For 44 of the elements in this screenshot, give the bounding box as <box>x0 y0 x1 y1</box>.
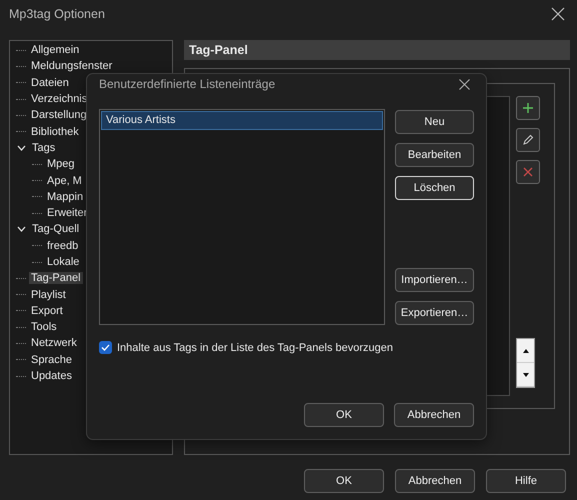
tree-item[interactable]: Tags <box>30 142 58 154</box>
tree-item[interactable]: Erweiter <box>45 207 90 220</box>
window-title: Mp3tag Optionen <box>9 7 105 21</box>
tree-item[interactable]: Lokale <box>45 256 82 268</box>
chevron-icon[interactable] <box>17 226 26 232</box>
dialog-title: Benutzerdefinierte Listeneinträge <box>99 77 276 91</box>
tree-item[interactable]: Ape, M <box>45 174 84 187</box>
chevron-icon[interactable] <box>17 144 26 151</box>
tree-item[interactable]: Allgemein <box>29 44 82 56</box>
dialog-button[interactable]: Exportieren… <box>395 301 474 325</box>
dialog-button[interactable]: Abbrechen <box>395 469 475 493</box>
tree-item[interactable]: Mpeg <box>45 158 77 170</box>
dialog-button[interactable]: OK <box>304 469 384 493</box>
tree-item[interactable]: Darstellung <box>29 109 89 122</box>
tree-item[interactable]: Sprache <box>29 354 74 366</box>
tree-item[interactable]: Bibliothek <box>29 126 81 138</box>
tree-item[interactable]: Updates <box>29 370 74 382</box>
pencil-icon[interactable] <box>516 128 540 152</box>
tree-item[interactable]: Dateien <box>29 76 71 89</box>
tree-item[interactable]: Export <box>29 304 65 317</box>
tree-item[interactable]: Tag-Quell <box>30 223 82 236</box>
close-icon[interactable] <box>551 7 565 21</box>
tree-item[interactable]: freedb <box>45 240 80 252</box>
add-icon[interactable] <box>516 96 540 120</box>
tree-item[interactable]: Playlist <box>29 288 68 301</box>
dialog-button[interactable]: Löschen <box>395 176 474 200</box>
dialog-button[interactable]: Abbrechen <box>394 403 474 427</box>
dialog-button[interactable]: Bearbeiten <box>395 143 474 167</box>
dialog-button[interactable]: Neu <box>395 110 474 134</box>
tree-item[interactable]: Mappin <box>45 190 86 203</box>
checkbox-label: Inhalte aus Tags in der Liste des Tag-Panels bevorzugen <box>117 342 393 354</box>
tree-item[interactable]: Verzeichnis <box>29 93 90 106</box>
tree-item[interactable]: Tools <box>29 321 59 334</box>
tree-item[interactable]: Tag-Panel <box>29 272 83 284</box>
close-icon[interactable] <box>459 78 470 90</box>
list-item[interactable]: Various Artists <box>101 111 383 130</box>
dialog-button[interactable]: Importieren… <box>395 268 474 292</box>
checkbox[interactable] <box>99 341 112 354</box>
tree-item[interactable]: Netzwerk <box>29 337 79 350</box>
section-header: Tag-Panel <box>184 40 570 60</box>
dialog-button[interactable]: OK <box>304 403 384 427</box>
delete-icon[interactable] <box>516 160 540 184</box>
tree-item[interactable]: Meldungsfenster <box>29 60 114 72</box>
dialog-button[interactable]: Hilfe <box>486 469 566 493</box>
